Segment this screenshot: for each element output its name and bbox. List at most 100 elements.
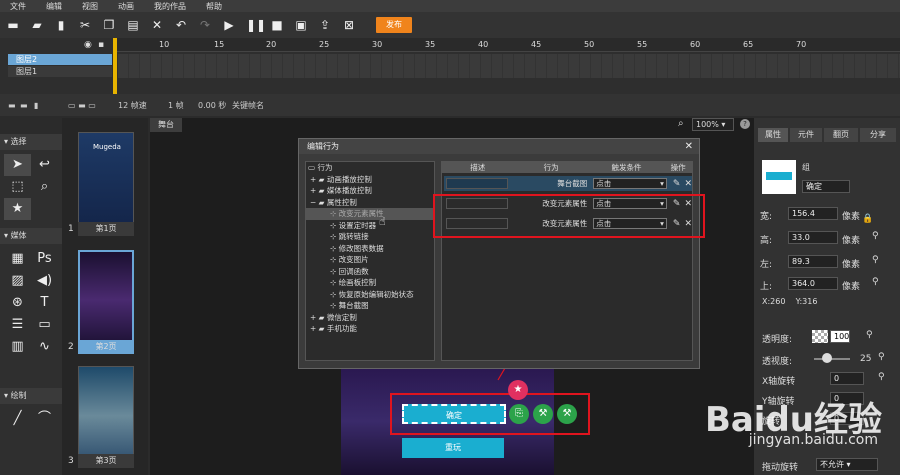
tab-properties[interactable]: 属性 xyxy=(758,128,788,142)
behavior-screenshot-icon[interactable]: ⎘ xyxy=(509,404,529,424)
frame-track[interactable] xyxy=(118,54,900,78)
select-section-header[interactable]: ▾ 选择 xyxy=(0,134,62,150)
drag-rotate-select[interactable]: 不允许 ▾ xyxy=(816,458,878,471)
stop-icon[interactable]: ■ xyxy=(270,18,284,32)
description-input[interactable] xyxy=(446,178,508,189)
list-icon[interactable]: ☰ xyxy=(4,314,31,336)
link-icon[interactable]: ⚲ xyxy=(872,255,879,265)
link-icon[interactable]: ⚲ xyxy=(878,352,885,362)
preview-icon[interactable]: ▣ xyxy=(294,18,308,32)
tree-item[interactable]: ⊹ 回调函数 xyxy=(306,266,434,278)
page-label[interactable]: 第3页 xyxy=(78,454,134,468)
curve-icon[interactable]: ⌒ xyxy=(31,408,58,430)
publish-button[interactable]: 发布 xyxy=(376,17,412,33)
tab-symbols[interactable]: 元件 xyxy=(790,128,822,142)
line-icon[interactable]: ╱ xyxy=(4,408,31,430)
paste-icon[interactable]: ▤ xyxy=(126,18,140,32)
link-icon[interactable]: ⚲ xyxy=(872,277,879,287)
add-folder-icon[interactable]: ▬ xyxy=(20,101,34,110)
tree-item[interactable]: ⊹ 改变图片 xyxy=(306,254,434,266)
playhead[interactable] xyxy=(113,38,117,94)
open-folder-icon[interactable]: ▰ xyxy=(30,18,44,32)
tab-share[interactable]: 分享 xyxy=(860,128,896,142)
page-thumbnail[interactable]: Mugeda xyxy=(78,132,134,232)
eye-icon[interactable]: ◉ xyxy=(84,40,92,50)
media-section-header[interactable]: ▾ 媒体 xyxy=(0,228,62,244)
menu-view[interactable]: 视图 xyxy=(72,1,108,12)
star-frame-icon[interactable]: ★ xyxy=(4,198,31,220)
zoom-icon[interactable]: ⌕ xyxy=(31,176,58,198)
layer-row[interactable]: 图层2 xyxy=(8,54,112,65)
height-input[interactable]: 33.0 xyxy=(788,231,838,244)
tree-folder[interactable]: + ▰ 媒体播放控制 xyxy=(306,185,434,197)
share-icon[interactable]: ⇪ xyxy=(318,18,332,32)
stage-search-icon[interactable]: ⌕ xyxy=(678,118,684,129)
menu-animation[interactable]: 动画 xyxy=(108,1,144,12)
audio-icon[interactable]: ◀) xyxy=(31,270,58,292)
pause-icon[interactable]: ❚❚ xyxy=(246,18,266,32)
behavior-row[interactable]: 舞台截图 点击 ▾ ✎ ✕ xyxy=(444,176,692,191)
select-arrow-icon[interactable]: ➤ xyxy=(4,154,31,176)
lock-icon[interactable]: ▪ xyxy=(98,40,104,50)
tree-item[interactable]: ⊹ 设置定时器 xyxy=(306,220,434,232)
transform-icon[interactable]: ⬚ xyxy=(4,176,31,198)
tree-folder[interactable]: − ▰ 属性控制 xyxy=(306,197,434,209)
cut-icon[interactable]: ✂ xyxy=(78,18,92,32)
left-input[interactable]: 89.3 xyxy=(788,255,838,268)
comment-icon[interactable]: ▭ xyxy=(31,314,58,336)
zoom-select[interactable]: 100% ▾ xyxy=(692,118,734,131)
grid-icon[interactable]: ▦ xyxy=(4,248,31,270)
link-icon[interactable]: ⚲ xyxy=(866,330,873,340)
close-icon[interactable]: ✕ xyxy=(685,139,693,154)
text-icon[interactable]: T xyxy=(31,292,58,314)
edit-icon[interactable]: ✎ xyxy=(673,179,681,189)
menu-edit[interactable]: 编辑 xyxy=(36,1,72,12)
delete-layer-icon[interactable]: ▮ xyxy=(34,101,48,110)
page-label[interactable]: 第2页 xyxy=(78,340,134,354)
fps-label[interactable]: 12 帧速 xyxy=(118,100,168,111)
redo-icon[interactable]: ↷ xyxy=(198,18,212,32)
tree-item[interactable]: ⊹ 绘画板控制 xyxy=(306,277,434,289)
link-icon[interactable]: ⚲ xyxy=(872,231,879,241)
tree-item[interactable]: ⊹ 修改图表数据 xyxy=(306,243,434,255)
opacity-input[interactable]: 100 xyxy=(830,330,850,343)
photoshop-icon[interactable]: Ps xyxy=(31,248,58,270)
behavior-property-icon[interactable]: ⚒ xyxy=(557,404,577,424)
menu-my-works[interactable]: 我的作品 xyxy=(144,1,196,12)
element-name-field[interactable]: 确定 xyxy=(802,180,850,193)
delete-icon[interactable]: ✕ xyxy=(150,18,164,32)
rotate-x-input[interactable]: 0 xyxy=(830,372,864,385)
tree-item[interactable]: ⊹ 改变元素属性 xyxy=(306,208,434,220)
video-icon[interactable]: ⊛ xyxy=(4,292,31,314)
trigger-select[interactable]: 点击 ▾ xyxy=(593,178,667,189)
draw-section-header[interactable]: ▾ 绘制 xyxy=(0,388,62,404)
save-icon[interactable]: ▮ xyxy=(54,18,68,32)
new-file-icon[interactable]: ▬ xyxy=(6,18,20,32)
page-thumbnail[interactable] xyxy=(78,250,134,350)
tree-item[interactable]: ⊹ 跳转链接 xyxy=(306,231,434,243)
blur-slider-thumb[interactable] xyxy=(822,353,832,363)
tree-root[interactable]: ▭ 行为 xyxy=(306,162,434,174)
blur-slider[interactable] xyxy=(814,358,850,360)
chart-icon[interactable]: ∿ xyxy=(31,336,58,358)
tree-folder[interactable]: + ▰ 手机功能 xyxy=(306,323,434,335)
tree-item[interactable]: ⊹ 恢复原始编辑初始状态 xyxy=(306,289,434,301)
image-icon[interactable]: ▨ xyxy=(4,270,31,292)
export-icon[interactable]: ⊠ xyxy=(342,18,356,32)
undo-icon[interactable]: ↶ xyxy=(174,18,188,32)
menu-file[interactable]: 文件 xyxy=(0,1,36,12)
play-icon[interactable]: ▶ xyxy=(222,18,236,32)
frame-tools-icon[interactable]: ▭ ▬ ▭ xyxy=(68,101,108,110)
tree-folder[interactable]: + ▰ 微信定制 xyxy=(306,312,434,324)
page-thumbnail[interactable] xyxy=(78,366,134,466)
stage-tab[interactable]: 舞台 xyxy=(150,118,182,132)
delete-icon[interactable]: ✕ xyxy=(684,179,692,189)
tree-item[interactable]: ⊹ 舞台截图 xyxy=(306,300,434,312)
lock-ratio-icon[interactable]: 🔒 xyxy=(862,214,873,224)
copy-icon[interactable]: ❐ xyxy=(102,18,116,32)
layer-row[interactable]: 图层1 xyxy=(8,66,112,77)
page-label[interactable]: 第1页 xyxy=(78,222,134,236)
help-icon[interactable]: ? xyxy=(740,119,750,129)
top-input[interactable]: 364.0 xyxy=(788,277,838,290)
behavior-property-icon[interactable]: ⚒ xyxy=(533,404,553,424)
